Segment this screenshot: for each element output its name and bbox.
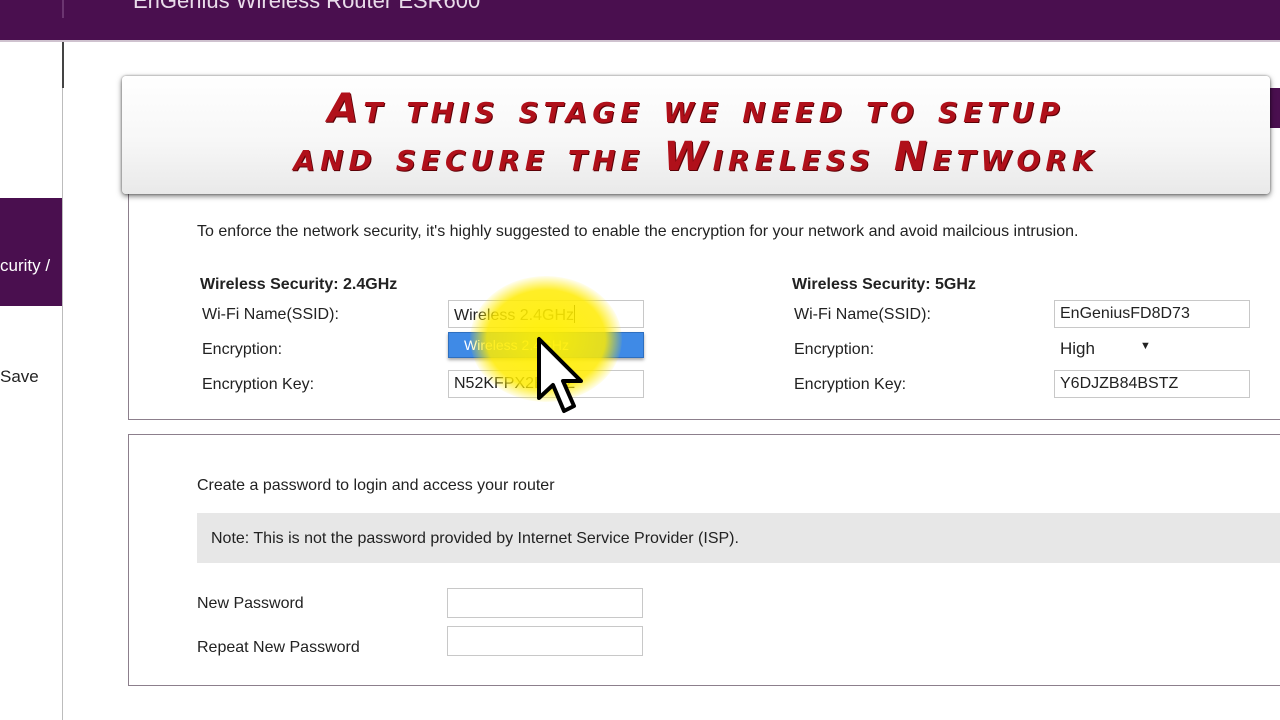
band5-key-input[interactable]: Y6DJZB84BSTZ xyxy=(1054,370,1250,398)
top-bar-divider xyxy=(62,0,64,18)
band24-heading: Wireless Security: 2.4GHz xyxy=(200,276,398,293)
band24-ssid-value: Wireless 2.4GHz xyxy=(454,307,575,324)
repeat-password-label: Repeat New Password xyxy=(197,639,360,656)
text-caret xyxy=(574,305,576,323)
tutorial-banner: At this stage we need to setup and secur… xyxy=(122,76,1270,194)
band24-encryption-label: Encryption: xyxy=(202,341,283,358)
new-password-label: New Password xyxy=(197,595,304,612)
sidebar-item-save[interactable]: Save xyxy=(0,367,39,387)
top-bar: EnGenius Wireless Router ESR600 xyxy=(0,0,1280,40)
band5-heading: Wireless Security: 5GHz xyxy=(792,276,976,293)
top-bar-shadow xyxy=(0,40,1280,42)
banner-line-1: At this stage we need to setup xyxy=(327,86,1065,132)
banner-line-2: and secure the Wireless Network xyxy=(293,134,1099,180)
mouse-pointer-icon xyxy=(537,337,583,413)
sidebar-item-label: curity / xyxy=(0,256,51,275)
band5-key-label: Encryption Key: xyxy=(794,376,907,393)
wireless-intro-text: To enforce the network security, it's hi… xyxy=(197,223,1079,240)
sidebar-border-top xyxy=(62,42,64,88)
sidebar-border xyxy=(62,42,63,720)
isp-note-text: Note: This is not the password provided … xyxy=(211,530,739,547)
app-title: EnGenius Wireless Router ESR600 xyxy=(133,0,481,13)
isp-note: Note: This is not the password provided … xyxy=(197,513,1280,563)
password-intro-text: Create a password to login and access yo… xyxy=(197,477,555,494)
band5-ssid-input[interactable]: EnGeniusFD8D73 xyxy=(1054,300,1250,328)
band5-encryption-value: High xyxy=(1060,339,1095,358)
repeat-password-input[interactable] xyxy=(447,626,643,656)
band5-ssid-label: Wi-Fi Name(SSID): xyxy=(794,306,931,323)
chevron-down-icon: ▼ xyxy=(1140,340,1151,352)
band5-encryption-select[interactable]: High ▼ xyxy=(1054,336,1158,364)
band24-ssid-label: Wi-Fi Name(SSID): xyxy=(202,306,339,323)
band24-key-label: Encryption Key: xyxy=(202,376,315,393)
new-password-input[interactable] xyxy=(447,588,643,618)
sidebar-item-security[interactable]: curity / xyxy=(0,198,62,306)
band5-encryption-label: Encryption: xyxy=(794,341,875,358)
band24-ssid-input[interactable]: Wireless 2.4GHz xyxy=(448,300,644,328)
